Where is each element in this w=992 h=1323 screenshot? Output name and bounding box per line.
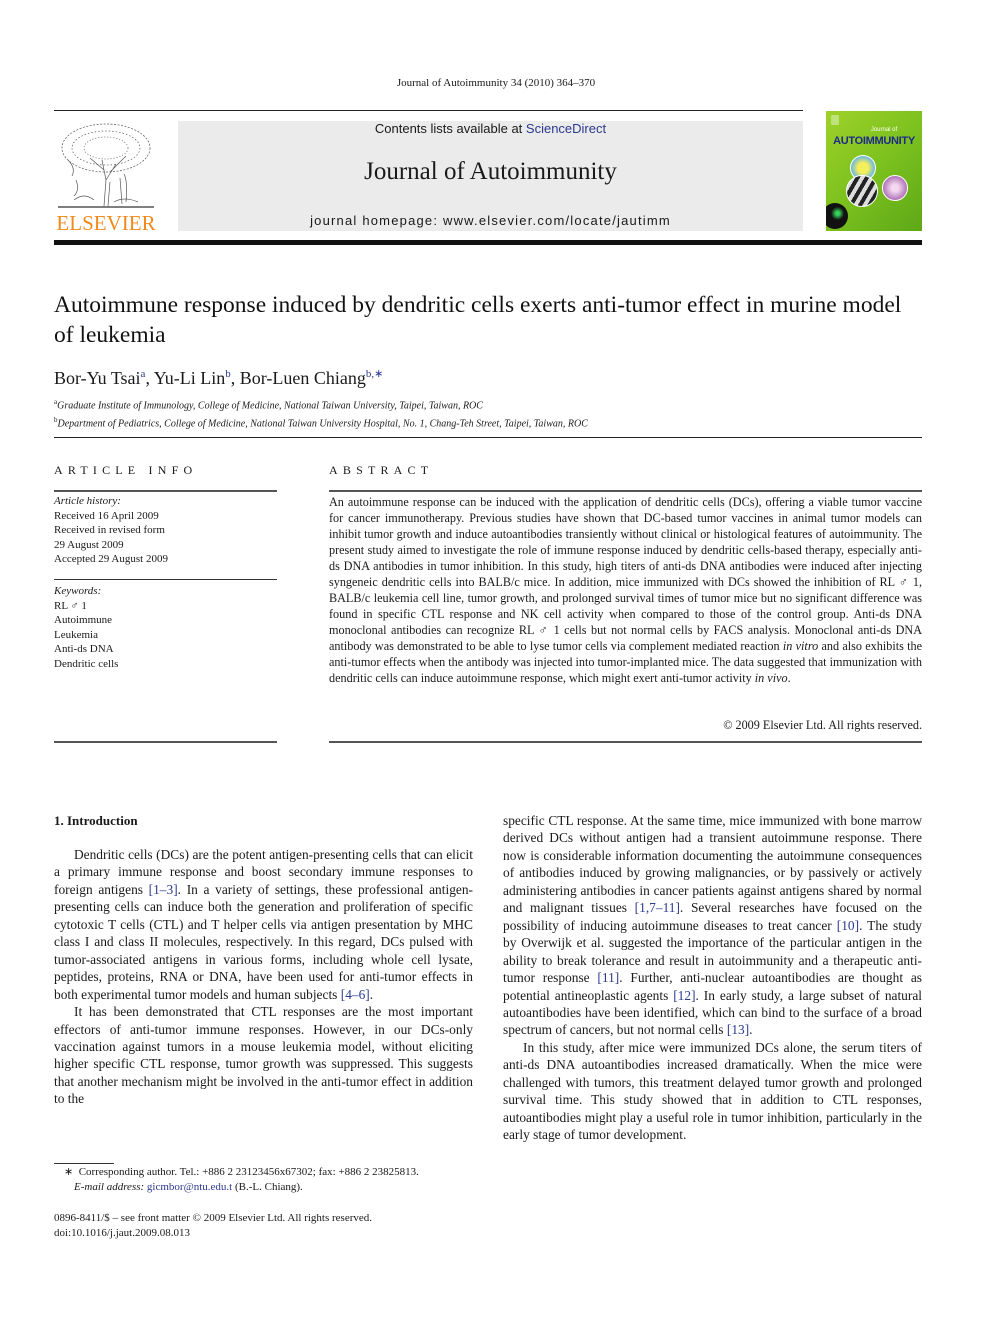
- cover-elsevier-mark: [831, 115, 839, 125]
- abstract-segment: An autoimmune response can be induced wi…: [329, 495, 922, 653]
- keyword-item: Anti-ds DNA: [54, 643, 114, 655]
- footnote-email-line: E-mail address: gicmbor@ntu.edu.t (B.-L.…: [54, 1180, 484, 1195]
- keywords-label: Keywords:: [54, 585, 102, 597]
- paragraph: In this study, after mice were immunized…: [503, 1039, 922, 1143]
- article-title: Autoimmune response induced by dendritic…: [54, 292, 902, 348]
- citation-link[interactable]: [1–3]: [149, 882, 178, 897]
- cover-small-label: Journal of: [870, 127, 898, 133]
- cover-circle-tissue: [846, 175, 878, 207]
- citation-link[interactable]: [11]: [597, 970, 619, 985]
- author-list: Bor-Yu Tsaia, Yu-Li Linb, Bor-Luen Chian…: [54, 362, 914, 390]
- citation-link[interactable]: [1,7–11]: [635, 900, 680, 915]
- cover-circle-stain: [882, 175, 908, 201]
- section-heading-introduction: 1. Introduction: [54, 813, 138, 828]
- email-suffix: (B.-L. Chiang).: [232, 1181, 303, 1193]
- journal-name: Journal of Autoimmunity: [364, 158, 617, 185]
- elsevier-wordmark: ELSEVIER: [56, 211, 156, 235]
- abstract-rule: [329, 490, 922, 492]
- affiliation-text: Department of Pediatrics, College of Med…: [57, 418, 588, 430]
- text-segment: .: [749, 1022, 753, 1038]
- affiliation-item: bDepartment of Pediatrics, College of Me…: [54, 413, 914, 431]
- abstract-segment: .: [787, 671, 791, 685]
- front-matter: 0896-8411/$ – see front matter © 2009 El…: [54, 1211, 484, 1241]
- journal-homepage-link[interactable]: journal homepage: www.elsevier.com/locat…: [178, 213, 803, 228]
- abstract-italic: in vitro: [782, 639, 819, 653]
- affiliation-item: aGraduate Institute of Immunology, Colle…: [54, 395, 914, 413]
- article-info-heading: ARTICLE INFO: [54, 463, 198, 477]
- history-item: Accepted 29 August 2009: [54, 553, 168, 565]
- citation-link[interactable]: [4–6]: [341, 987, 370, 1002]
- article-history-label: Article history:: [54, 495, 121, 507]
- keyword-item: Leukemia: [54, 628, 98, 641]
- keyword-item: RL ♂ 1: [54, 599, 87, 612]
- body-column-left: Dendritic cells (DCs) are the potent ant…: [54, 846, 473, 1108]
- abstract-text: An autoimmune response can be induced wi…: [329, 494, 922, 686]
- paragraph: specific CTL response. At the same time,…: [503, 812, 922, 1039]
- title-block-rule: [54, 437, 922, 438]
- abstract-italic: in vivo: [754, 671, 788, 685]
- masthead-bottom-rule: [54, 240, 922, 245]
- journal-cover-image: Journal of AUTOIMMUNITY: [826, 111, 922, 231]
- text-segment: . In a variety of settings, these profes…: [54, 881, 473, 1002]
- abstract-bottom-rule: [329, 741, 922, 743]
- abstract-copyright: © 2009 Elsevier Ltd. All rights reserved…: [723, 718, 922, 732]
- text-segment: .: [369, 986, 374, 1002]
- paragraph: It has been demonstrated that CTL respon…: [54, 1004, 473, 1107]
- author-separator: ,: [230, 368, 240, 388]
- keyword-item: Autoimmune: [54, 614, 113, 626]
- affiliations: aGraduate Institute of Immunology, Colle…: [54, 395, 914, 432]
- history-item: Received 16 April 2009: [54, 509, 159, 522]
- footnote-line: ∗ Corresponding author. Tel.: +886 2 231…: [54, 1165, 484, 1180]
- journal-masthead: Contents lists available at ScienceDirec…: [178, 121, 803, 231]
- contents-line: Contents lists available at ScienceDirec…: [178, 121, 803, 136]
- footnote-rule: [54, 1163, 114, 1164]
- keyword-item: Dendritic cells: [54, 657, 119, 670]
- cover-circle-fluorescence: [826, 203, 848, 229]
- doi-link[interactable]: doi:10.1016/j.jaut.2009.08.013: [54, 1226, 484, 1241]
- running-head: Journal of Autoimmunity 34 (2010) 364–37…: [396, 77, 596, 89]
- email-label: E-mail address:: [74, 1181, 145, 1193]
- history-item: Received in revised form: [54, 524, 165, 536]
- cover-title: AUTOIMMUNITY: [833, 135, 915, 147]
- issn-line: 0896-8411/$ – see front matter © 2009 El…: [54, 1212, 373, 1224]
- history-item: 29 August 2009: [54, 538, 124, 551]
- author-name: Bor-Luen Chiang: [239, 368, 366, 388]
- author-name: Yu-Li Lin: [153, 368, 226, 388]
- author-name: Bor-Yu Tsai: [54, 368, 141, 388]
- footnote-marker: ∗: [64, 1166, 74, 1178]
- citation-link[interactable]: [13]: [727, 1022, 749, 1037]
- email-link[interactable]: gicmbor@ntu.edu.t: [147, 1181, 232, 1193]
- citation-link[interactable]: [12]: [673, 988, 695, 1003]
- keywords-rule: [54, 579, 277, 580]
- body-column-right: specific CTL response. At the same time,…: [503, 812, 922, 1144]
- header-rule: [54, 110, 803, 111]
- affiliation-text: Graduate Institute of Immunology, Colleg…: [57, 400, 483, 412]
- paragraph: Dendritic cells (DCs) are the potent ant…: [54, 846, 473, 1003]
- footnote-text: Corresponding author. Tel.: +886 2 23123…: [78, 1166, 419, 1178]
- article-info-rule: [54, 490, 277, 492]
- author-affiliation-marker[interactable]: b,∗: [366, 368, 383, 380]
- contents-prefix: Contents lists available at: [374, 121, 526, 136]
- sciencedirect-link[interactable]: ScienceDirect: [526, 121, 606, 136]
- article-history: Article history: Received 16 April 2009 …: [54, 494, 277, 567]
- citation-link[interactable]: [10]: [837, 918, 859, 933]
- article-info-bottom-rule: [54, 741, 277, 743]
- author-separator: ,: [145, 368, 154, 388]
- keywords: Keywords: RL ♂ 1 Autoimmune Leukemia Ant…: [54, 584, 277, 671]
- corresponding-author-footnote: ∗ Corresponding author. Tel.: +886 2 231…: [54, 1165, 484, 1195]
- abstract-heading: ABSTRACT: [329, 463, 434, 477]
